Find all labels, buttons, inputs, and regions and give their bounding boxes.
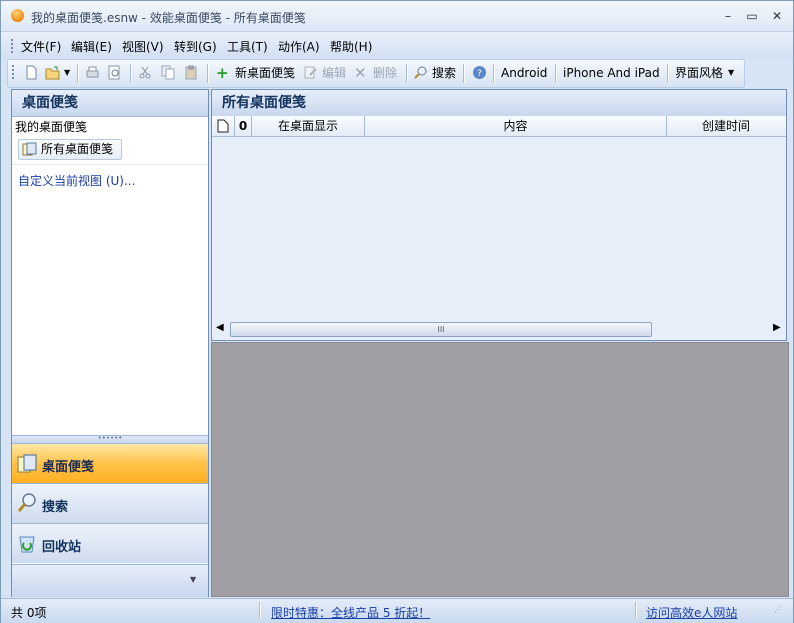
col-attachment[interactable]: 0 bbox=[235, 116, 252, 136]
notes-list-panel: 所有桌面便笺 0 在桌面显示 内容 创建时间 ◀ III ▶ bbox=[211, 89, 787, 341]
tree-item-all-notes[interactable]: 所有桌面便笺 bbox=[18, 139, 122, 160]
new-file-icon[interactable] bbox=[24, 65, 39, 80]
theme-button[interactable]: 界面风格 bbox=[675, 64, 723, 82]
nav-overflow[interactable]: ▼ bbox=[12, 564, 208, 597]
menu-grip bbox=[11, 39, 16, 53]
paste-icon[interactable] bbox=[184, 65, 199, 80]
col-note-icon[interactable] bbox=[212, 116, 235, 136]
android-button[interactable]: Android bbox=[501, 64, 547, 82]
col-show-on-desktop[interactable]: 在桌面显示 bbox=[252, 116, 365, 136]
print-icon[interactable] bbox=[85, 65, 100, 80]
document-icon bbox=[217, 119, 229, 133]
main-title: 所有桌面便笺 bbox=[212, 90, 786, 117]
customize-view-link[interactable]: 自定义当前视图 (U)... bbox=[18, 172, 135, 189]
separator bbox=[77, 64, 79, 83]
separator bbox=[555, 64, 557, 83]
divider bbox=[12, 164, 208, 165]
col-content[interactable]: 内容 bbox=[365, 116, 667, 136]
maximize-button[interactable]: ▭ bbox=[743, 7, 761, 25]
app-window: 我的桌面便笺.esnw - 效能桌面便笺 - 所有桌面便笺 – ▭ ✕ 文件(F… bbox=[0, 0, 794, 623]
paperclip-icon: 0 bbox=[238, 119, 248, 133]
help-icon[interactable]: ? bbox=[472, 65, 487, 80]
toolbar-grip bbox=[12, 65, 17, 79]
print-preview-icon[interactable] bbox=[107, 65, 122, 80]
menu-view[interactable]: 视图(V) bbox=[122, 38, 164, 55]
minimize-button[interactable]: – bbox=[719, 7, 737, 25]
separator bbox=[406, 64, 408, 83]
chevron-down-icon[interactable]: ▼ bbox=[190, 575, 196, 584]
window-title: 我的桌面便笺.esnw - 效能桌面便笺 - 所有桌面便笺 bbox=[31, 11, 306, 25]
promo-link[interactable]: 限时特惠：全线产品 5 折起！ bbox=[271, 604, 430, 621]
nav-search[interactable]: 搜索 bbox=[12, 483, 208, 523]
edit-button[interactable]: 编辑 bbox=[322, 64, 346, 82]
open-dropdown-icon[interactable]: ▼ bbox=[64, 64, 70, 82]
col-created-time[interactable]: 创建时间 bbox=[667, 116, 785, 136]
separator bbox=[667, 64, 669, 83]
panel-splitter[interactable]: •••••• bbox=[12, 435, 208, 443]
toolbar: ▼ + 新桌面便笺 编辑 ✕ 删除 搜索 ? Android iPhone An… bbox=[7, 59, 745, 88]
menu-goto[interactable]: 转到(G) bbox=[174, 38, 217, 55]
tree-item-label: 所有桌面便笺 bbox=[41, 142, 114, 156]
separator bbox=[463, 64, 465, 83]
menu-action[interactable]: 动作(A) bbox=[278, 38, 320, 55]
separator bbox=[259, 602, 261, 619]
resize-grip-icon[interactable]: ⋰ bbox=[774, 605, 782, 614]
svg-text:?: ? bbox=[477, 69, 482, 79]
item-count: 共 0项 bbox=[11, 606, 47, 620]
separator bbox=[635, 602, 637, 619]
visit-website-link[interactable]: 访问高效e人网站 bbox=[646, 604, 737, 621]
separator bbox=[493, 64, 495, 83]
cut-icon[interactable] bbox=[138, 65, 153, 80]
left-panel: 桌面便笺 我的桌面便笺 所有桌面便笺 自定义当前视图 (U)... ••••••… bbox=[11, 89, 209, 597]
separator bbox=[207, 64, 209, 83]
left-panel-title: 桌面便笺 bbox=[12, 90, 208, 117]
search-button[interactable]: 搜索 bbox=[432, 64, 456, 82]
menu-tools[interactable]: 工具(T) bbox=[227, 38, 268, 55]
separator bbox=[130, 64, 132, 83]
status-bar: 共 0项 限时特惠：全线产品 5 折起！ 访问高效e人网站 ⋰ bbox=[1, 598, 793, 623]
nav-search-label: 搜索 bbox=[42, 500, 69, 515]
search-icon bbox=[17, 493, 36, 512]
copy-icon[interactable] bbox=[161, 65, 176, 80]
tree-group-my-notes[interactable]: 我的桌面便笺 bbox=[15, 118, 87, 135]
iphone-ipad-button[interactable]: iPhone And iPad bbox=[563, 64, 660, 82]
delete-button[interactable]: 删除 bbox=[373, 64, 397, 82]
recycle-bin-icon bbox=[19, 536, 35, 553]
open-folder-icon[interactable] bbox=[45, 65, 60, 80]
app-icon bbox=[11, 9, 24, 22]
edit-icon bbox=[304, 66, 317, 79]
menu-bar: 文件(F) 编辑(E) 视图(V) 转到(G) 工具(T) 动作(A) 帮助(H… bbox=[1, 32, 793, 58]
preview-pane bbox=[211, 342, 789, 597]
close-button[interactable]: ✕ bbox=[768, 7, 786, 25]
scroll-right-icon[interactable]: ▶ bbox=[773, 322, 781, 333]
nav-notes-label: 桌面便笺 bbox=[42, 460, 95, 475]
menu-help[interactable]: 帮助(H) bbox=[330, 38, 372, 55]
add-icon: + bbox=[216, 64, 229, 82]
nav-recycle-bin[interactable]: 回收站 bbox=[12, 523, 208, 563]
menu-edit[interactable]: 编辑(E) bbox=[71, 38, 112, 55]
title-bar: 我的桌面便笺.esnw - 效能桌面便笺 - 所有桌面便笺 – ▭ ✕ bbox=[1, 1, 793, 32]
menu-file[interactable]: 文件(F) bbox=[21, 38, 61, 55]
delete-icon: ✕ bbox=[354, 64, 367, 82]
search-icon bbox=[414, 66, 427, 79]
nav-notes[interactable]: 桌面便笺 bbox=[12, 443, 208, 483]
scroll-thumb[interactable]: III bbox=[230, 322, 652, 337]
theme-dropdown-icon[interactable]: ▼ bbox=[728, 64, 734, 82]
notes-icon bbox=[22, 142, 37, 156]
notes-icon bbox=[17, 454, 37, 473]
new-note-button[interactable]: 新桌面便笺 bbox=[235, 64, 295, 82]
scroll-left-icon[interactable]: ◀ bbox=[216, 322, 224, 333]
grid-header: 0 在桌面显示 内容 创建时间 bbox=[212, 116, 786, 137]
horizontal-scrollbar[interactable]: ◀ III ▶ bbox=[212, 320, 786, 338]
nav-recycle-bin-label: 回收站 bbox=[42, 540, 82, 555]
